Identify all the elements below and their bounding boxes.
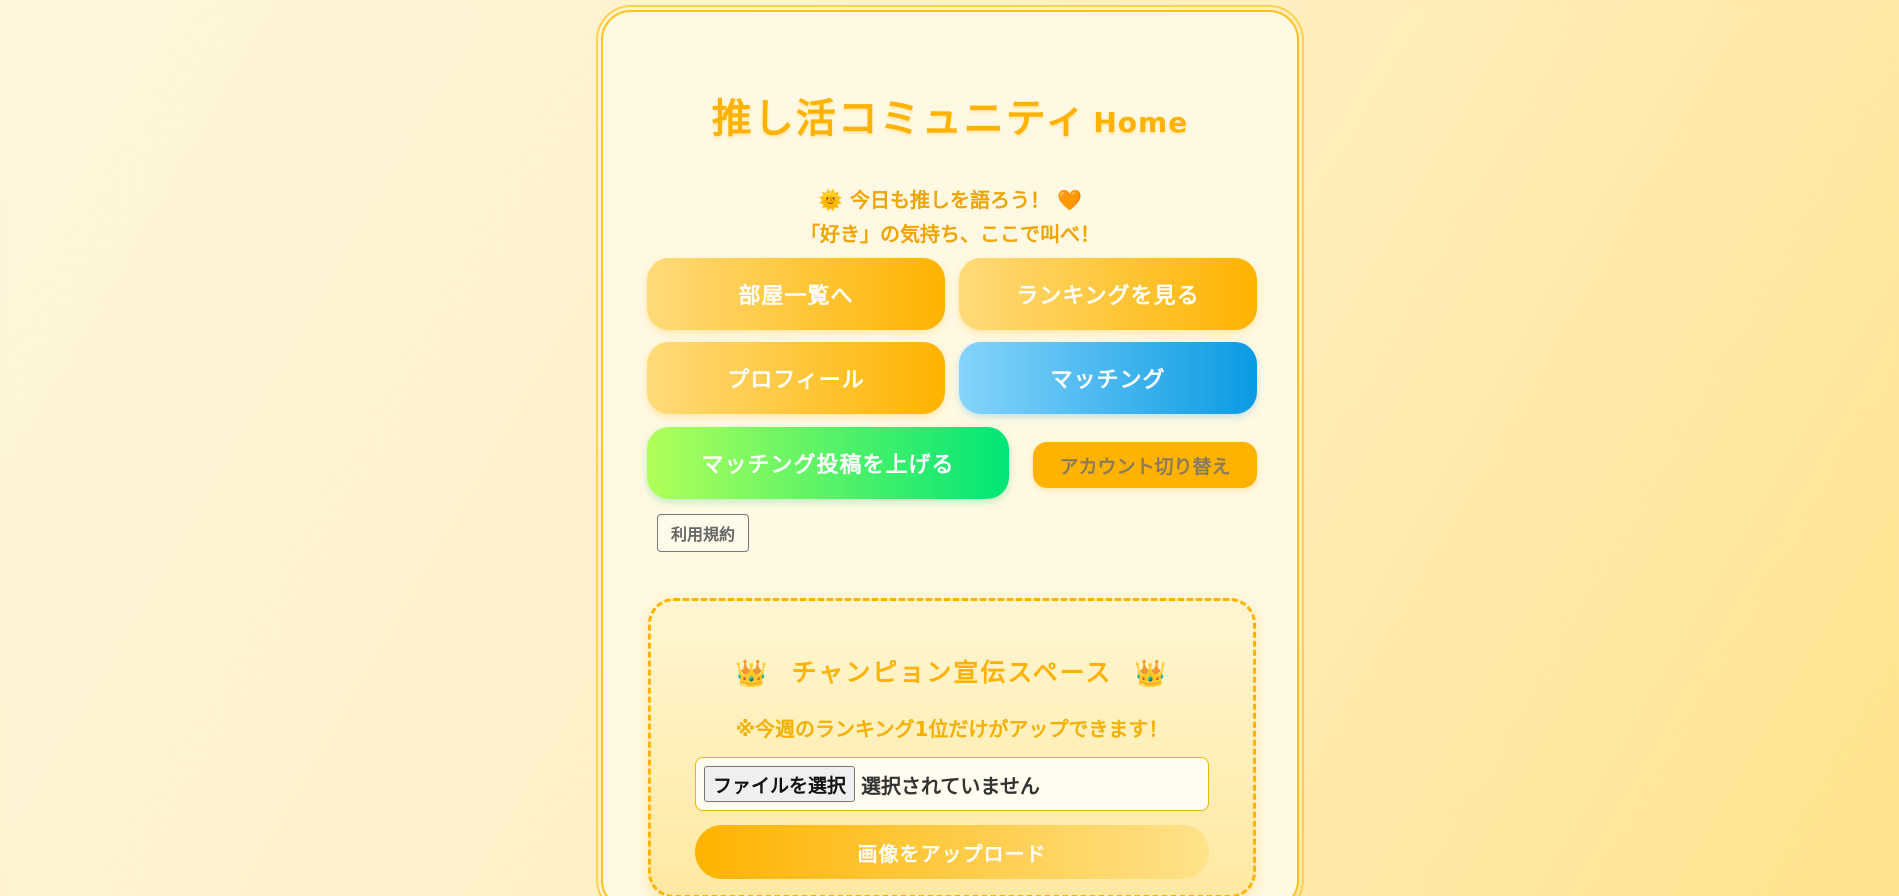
post-matching-button[interactable]: マッチング投稿を上げる: [647, 427, 1009, 499]
file-status: 選択されていません: [861, 773, 1040, 798]
crown-icon: 👑: [735, 659, 770, 689]
page-title: 推し活コミュニティ Home: [603, 86, 1297, 144]
champion-title-text: チャンピョン宣伝スペース: [791, 658, 1113, 687]
subtagline: 「好き」の気持ち、ここで叫べ！: [800, 222, 1100, 246]
upload-image-button[interactable]: 画像をアップロード: [695, 825, 1209, 879]
home-card: 推し活コミュニティ Home 🌞 今日も推しを語ろう！ 🧡 「好き」の気持ち、ここ…: [596, 5, 1304, 896]
ranking-button[interactable]: ランキングを見る: [959, 258, 1257, 330]
crown-icon: 👑: [1134, 659, 1169, 689]
choose-file-button[interactable]: ファイルを選択: [704, 766, 856, 802]
rooms-button[interactable]: 部屋一覧へ: [647, 258, 945, 330]
champion-title: 👑 チャンピョン宣伝スペース 👑: [651, 653, 1253, 689]
champion-note: ※今週のランキング1位だけがアップできます！: [735, 717, 1169, 741]
title-text: 推し活コミュニティ: [711, 96, 1088, 142]
terms-button[interactable]: 利用規約: [657, 514, 749, 552]
matching-button[interactable]: マッチング: [959, 342, 1257, 414]
tagline: 🌞 今日も推しを語ろう！ 🧡: [818, 188, 1082, 212]
switch-account-button[interactable]: アカウント切り替え: [1033, 442, 1257, 488]
profile-button[interactable]: プロフィール: [647, 342, 945, 414]
title-suffix: Home: [1093, 106, 1189, 139]
champion-space: 👑 チャンピョン宣伝スペース 👑 ※今週のランキング1位だけがアップできます！ ファ…: [648, 598, 1256, 896]
file-input[interactable]: ファイルを選択 選択されていません: [695, 757, 1209, 811]
